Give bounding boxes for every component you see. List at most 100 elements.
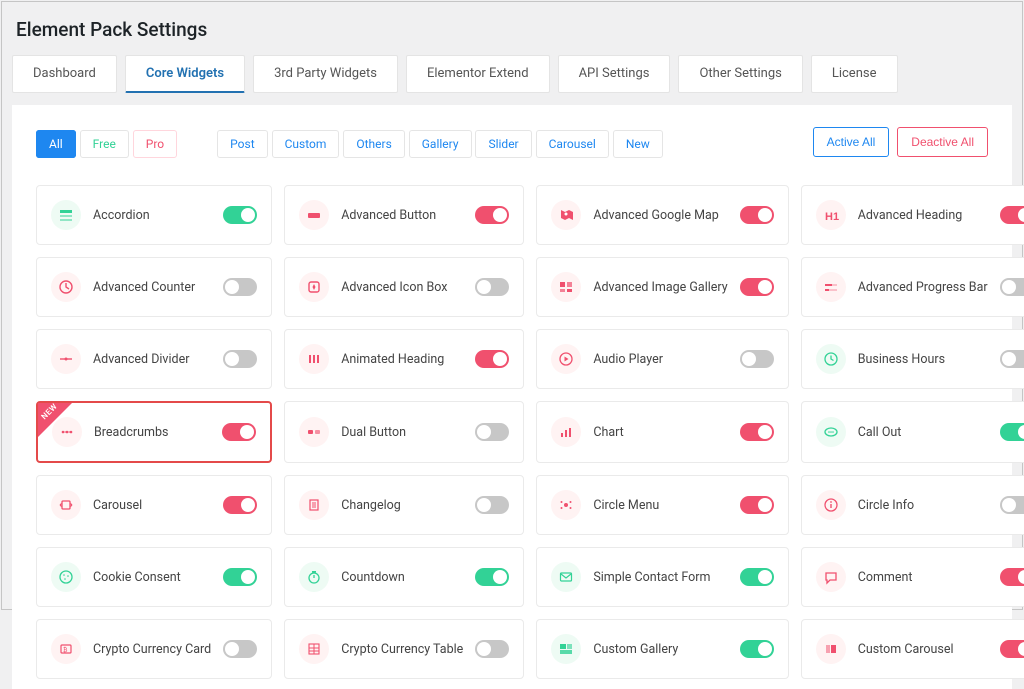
widget-label: Cookie Consent — [93, 570, 211, 585]
toggle-simple-contact-form[interactable] — [740, 568, 774, 586]
toggle-animated-heading[interactable] — [475, 350, 509, 368]
settings-wrapper: Element Pack Settings DashboardCore Widg… — [1, 1, 1023, 610]
widget-card-advanced-divider: Advanced Divider — [36, 329, 272, 389]
changelog-icon — [299, 490, 329, 520]
filter-slider[interactable]: Slider — [475, 130, 531, 158]
counter-icon — [51, 272, 81, 302]
widget-label: Advanced Progress Bar — [858, 280, 988, 295]
toggle-audio-player[interactable] — [740, 350, 774, 368]
audio-icon — [551, 344, 581, 374]
toggle-advanced-image-gallery[interactable] — [740, 278, 774, 296]
tab-extend[interactable]: Elementor Extend — [406, 55, 550, 93]
toggle-dual-button[interactable] — [475, 423, 509, 441]
widget-label: Advanced Divider — [93, 352, 211, 367]
contact-icon — [551, 562, 581, 592]
iconbox-icon — [299, 272, 329, 302]
widget-card-comment: Comment — [801, 547, 1024, 607]
widget-card-countdown: Countdown — [284, 547, 524, 607]
toggle-advanced-button[interactable] — [475, 206, 509, 224]
widgets-grid: Accordion Advanced Button Advanced Google … — [36, 185, 988, 679]
widget-label: Simple Contact Form — [593, 570, 727, 585]
deactive-all-button[interactable]: Deactive All — [897, 127, 988, 157]
toggle-business-hours[interactable] — [1000, 350, 1024, 368]
callout-icon — [816, 417, 846, 447]
toggle-custom-gallery[interactable] — [740, 640, 774, 658]
filter-post[interactable]: Post — [217, 130, 267, 158]
widget-label: Circle Info — [858, 498, 988, 513]
widget-label: Advanced Google Map — [593, 208, 727, 223]
widget-card-advanced-counter: Advanced Counter — [36, 257, 272, 317]
divider-icon — [51, 344, 81, 374]
widget-label: Custom Carousel — [858, 642, 988, 657]
widget-card-call-out: Call Out — [801, 401, 1024, 463]
tab-api[interactable]: API Settings — [558, 55, 671, 93]
widget-card-advanced-image-gallery: Advanced Image Gallery — [536, 257, 788, 317]
active-all-button[interactable]: Active All — [813, 127, 890, 157]
filter-carousel[interactable]: Carousel — [536, 130, 609, 158]
filter-custom[interactable]: Custom — [272, 130, 340, 158]
widget-card-chart: Chart — [536, 401, 788, 463]
toggle-advanced-google-map[interactable] — [740, 206, 774, 224]
widget-label: Animated Heading — [341, 352, 463, 367]
comment-icon — [816, 562, 846, 592]
accordion-icon — [51, 200, 81, 230]
toggle-carousel[interactable] — [223, 496, 257, 514]
widget-card-custom-gallery: Custom Gallery — [536, 619, 788, 679]
toggle-custom-carousel[interactable] — [1000, 640, 1024, 658]
toggle-changelog[interactable] — [475, 496, 509, 514]
tab-core[interactable]: Core Widgets — [125, 55, 245, 93]
widget-label: Crypto Currency Table — [341, 642, 463, 657]
widget-label: Advanced Heading — [858, 208, 988, 223]
svg-text:H1: H1 — [825, 211, 839, 223]
animheading-icon — [299, 344, 329, 374]
toggle-crypto-currency-card[interactable] — [223, 640, 257, 658]
toggle-chart[interactable] — [740, 423, 774, 441]
toggle-countdown[interactable] — [475, 568, 509, 586]
toggle-circle-menu[interactable] — [740, 496, 774, 514]
widget-card-animated-heading: Animated Heading — [284, 329, 524, 389]
toggle-advanced-heading[interactable] — [1000, 206, 1024, 224]
filter-others[interactable]: Others — [343, 130, 404, 158]
cookie-icon — [51, 562, 81, 592]
tab-license[interactable]: License — [811, 55, 898, 93]
toggle-advanced-icon-box[interactable] — [475, 278, 509, 296]
widget-card-circle-menu: Circle Menu — [536, 475, 788, 535]
filter-free[interactable]: Free — [80, 130, 129, 158]
cryptocard-icon: ₿ — [51, 634, 81, 664]
widget-label: Advanced Counter — [93, 280, 211, 295]
toggle-advanced-progress-bar[interactable] — [1000, 278, 1024, 296]
tab-third[interactable]: 3rd Party Widgets — [253, 55, 398, 93]
toggle-cookie-consent[interactable] — [223, 568, 257, 586]
carousel-icon — [51, 490, 81, 520]
customcarousel-icon — [816, 634, 846, 664]
widget-label: Advanced Image Gallery — [593, 280, 727, 295]
toggle-crypto-currency-table[interactable] — [475, 640, 509, 658]
toggle-circle-info[interactable] — [1000, 496, 1024, 514]
tab-other[interactable]: Other Settings — [678, 55, 802, 93]
toggle-call-out[interactable] — [1000, 423, 1024, 441]
widget-label: Chart — [593, 425, 727, 440]
widget-card-advanced-heading: H1 Advanced Heading — [801, 185, 1024, 245]
widget-label: Circle Menu — [593, 498, 727, 513]
filter-gallery[interactable]: Gallery — [409, 130, 472, 158]
toggle-comment[interactable] — [1000, 568, 1024, 586]
toggle-accordion[interactable] — [223, 206, 257, 224]
widget-label: Accordion — [93, 208, 211, 223]
filter-pro[interactable]: Pro — [133, 130, 177, 158]
toggle-advanced-divider[interactable] — [223, 350, 257, 368]
widget-card-advanced-progress-bar: Advanced Progress Bar — [801, 257, 1024, 317]
tab-dashboard[interactable]: Dashboard — [12, 55, 117, 93]
widget-card-crypto-currency-table: Crypto Currency Table — [284, 619, 524, 679]
gallery-icon — [551, 272, 581, 302]
toggle-breadcrumbs[interactable] — [222, 423, 256, 441]
widget-label: Advanced Button — [341, 208, 463, 223]
widget-card-accordion: Accordion — [36, 185, 272, 245]
toggle-advanced-counter[interactable] — [223, 278, 257, 296]
widget-card-breadcrumbs: NEWBreadcrumbs — [36, 401, 272, 463]
svg-text:₿: ₿ — [63, 647, 68, 654]
filter-all[interactable]: All — [36, 130, 76, 158]
widget-card-advanced-button: Advanced Button — [284, 185, 524, 245]
filter-new[interactable]: New — [613, 130, 663, 158]
circleinfo-icon — [816, 490, 846, 520]
widget-card-audio-player: Audio Player — [536, 329, 788, 389]
